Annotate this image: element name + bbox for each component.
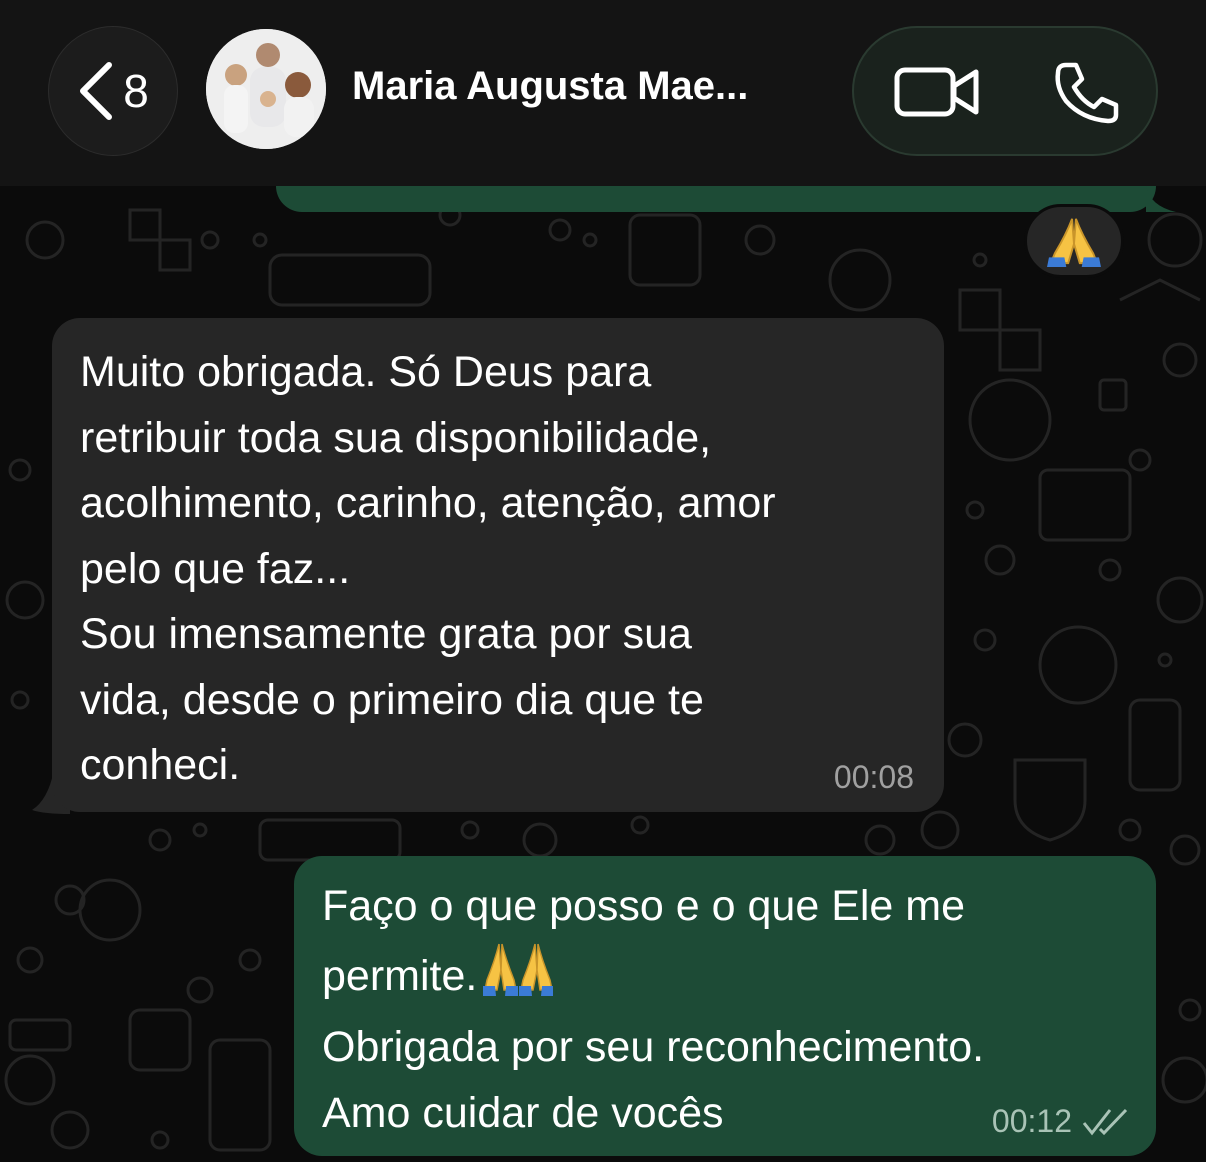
- message-timestamp: 00:12: [991, 1103, 1072, 1139]
- double-check-icon: [1082, 1108, 1128, 1135]
- message-reaction[interactable]: [1024, 204, 1124, 278]
- chevron-left-icon: [80, 62, 113, 120]
- incoming-message-bubble[interactable]: Muito obrigada. Só Deus para retribuir to…: [52, 318, 944, 812]
- message-meta: 00:12: [992, 1103, 1130, 1140]
- contact-name[interactable]: Maria Augusta Mae...: [352, 64, 748, 109]
- folded-hands-emoji: [483, 940, 554, 1016]
- message-timestamp: 00:08: [833, 759, 914, 795]
- chat-header: 8 Maria Augusta Mae...: [0, 0, 1206, 186]
- family-photo-icon: [206, 29, 326, 149]
- bubble-tail: [1146, 186, 1176, 212]
- folded-hands-emoji: [1047, 218, 1101, 267]
- video-camera-icon[interactable]: [894, 62, 980, 122]
- back-button[interactable]: 8: [48, 26, 178, 156]
- call-actions: [852, 26, 1158, 156]
- incoming-message-text: Muito obrigada. Só Deus para retribuir to…: [80, 348, 776, 789]
- outgoing-message-bubble[interactable]: Faço o que posso e o que Ele me permite.…: [294, 856, 1156, 1156]
- unread-count: 8: [123, 65, 149, 117]
- phone-icon[interactable]: [1052, 61, 1120, 125]
- avatar[interactable]: [206, 29, 326, 149]
